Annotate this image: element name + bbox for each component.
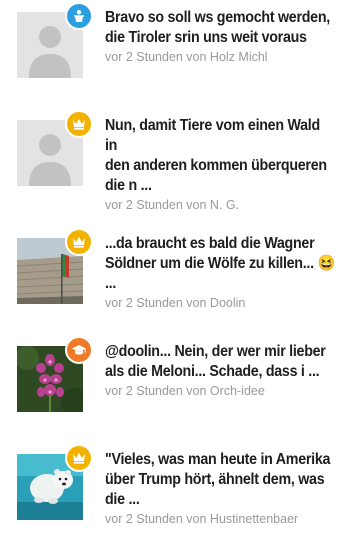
comment-text: @doolin... Nein, der wer mir lieber als …: [105, 342, 337, 400]
comment-meta: vor 2 Stunden von Hustinettenbaer: [105, 512, 299, 526]
comment-meta: vor 2 Stunden von N. G.: [105, 198, 240, 212]
comment-meta: vor 2 Stunden von Orch-idee: [105, 384, 265, 398]
comment-text: ...da braucht es bald die Wagner Söldner…: [105, 234, 337, 312]
comment-text: "Vieles, was man heute in Amerika über T…: [105, 450, 337, 528]
comment-meta: vor 2 Stunden von Holz Michl: [105, 50, 268, 64]
comment-headline[interactable]: Bravo so soll ws gemocht werden, die Tir…: [105, 8, 335, 48]
crown-badge-icon: [65, 110, 93, 138]
comment-text: Nun, damit Tiere vom einen Wald in den a…: [105, 116, 337, 214]
comment-text: Bravo so soll ws gemocht werden, die Tir…: [105, 8, 337, 66]
presenter-badge-icon: [65, 2, 93, 30]
graduation-cap-badge-icon: [65, 336, 93, 364]
comment-headline[interactable]: @doolin... Nein, der wer mir lieber als …: [105, 342, 335, 382]
avatar[interactable]: [17, 336, 93, 412]
comment-headline[interactable]: ...da braucht es bald die Wagner Söldner…: [105, 234, 335, 294]
comment-feed: Bravo so soll ws gemocht werden, die Tir…: [0, 0, 340, 542]
avatar[interactable]: [17, 2, 93, 78]
comment-headline[interactable]: Nun, damit Tiere vom einen Wald in den a…: [105, 116, 335, 196]
avatar[interactable]: [17, 110, 93, 186]
crown-badge-icon: [65, 228, 93, 256]
avatar[interactable]: [17, 228, 93, 304]
avatar[interactable]: [17, 444, 93, 520]
crown-badge-icon: [65, 444, 93, 472]
comment-meta: vor 2 Stunden von Doolin: [105, 296, 246, 310]
comment-headline[interactable]: "Vieles, was man heute in Amerika über T…: [105, 450, 335, 510]
